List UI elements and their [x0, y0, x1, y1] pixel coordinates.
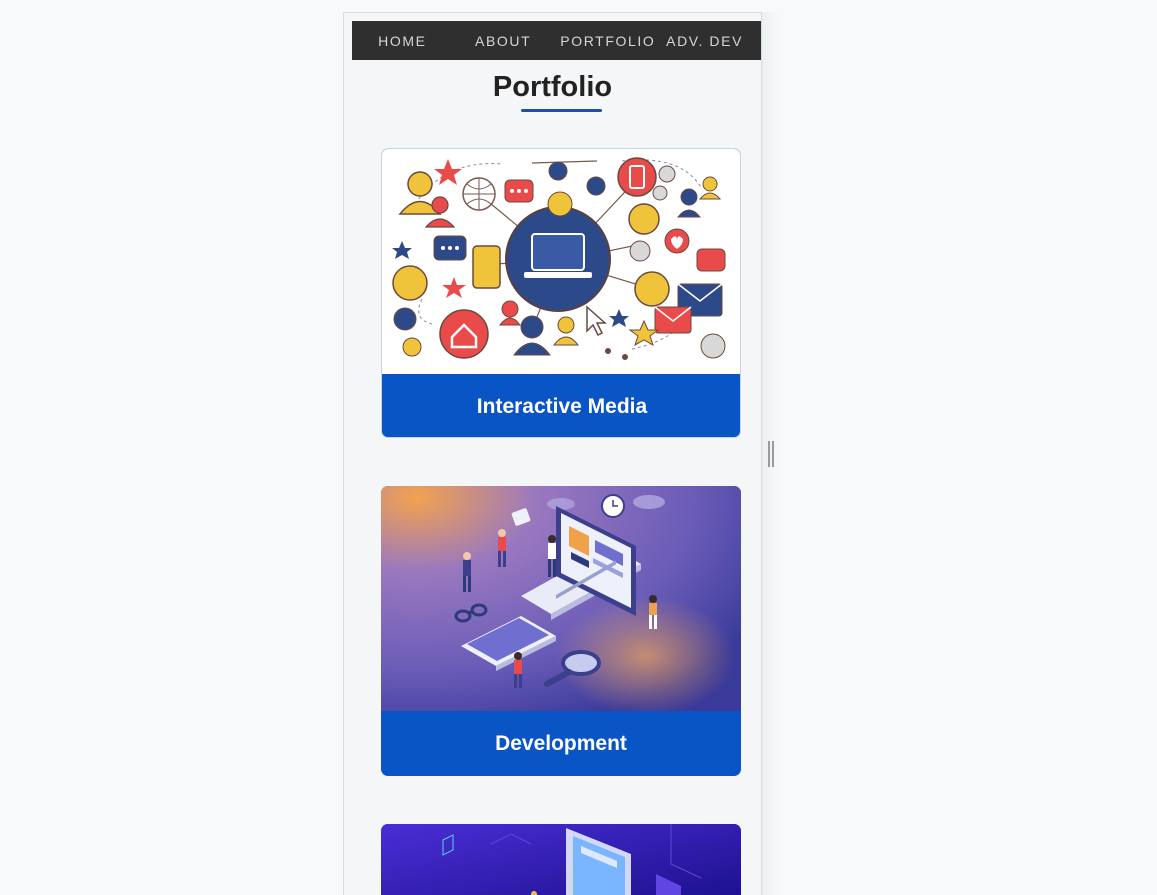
nav-adv-dev[interactable]: ADV. DEV	[662, 33, 761, 49]
nav-about[interactable]: ABOUT	[453, 33, 554, 49]
social-network-illustration	[382, 149, 740, 374]
nav-portfolio[interactable]: PORTFOLIO	[554, 33, 663, 49]
card-label: Development	[495, 731, 627, 755]
isometric-development-illustration	[381, 486, 741, 711]
isometric-ui-illustration	[381, 824, 741, 895]
portfolio-card-interactive-media[interactable]: Interactive Media	[381, 148, 741, 438]
page-title: Portfolio	[492, 71, 613, 103]
portfolio-card-development[interactable]: Development	[381, 486, 741, 776]
resize-handle[interactable]	[768, 441, 774, 467]
title-underline	[521, 109, 602, 112]
card-label: Interactive Media	[476, 394, 648, 418]
portfolio-card-3[interactable]	[381, 824, 741, 895]
nav-home[interactable]: HOME	[352, 33, 453, 49]
top-navbar: HOME ABOUT PORTFOLIO ADV. DEV	[352, 21, 761, 60]
mobile-viewport: HOME ABOUT PORTFOLIO ADV. DEV Portfolio	[343, 12, 762, 895]
